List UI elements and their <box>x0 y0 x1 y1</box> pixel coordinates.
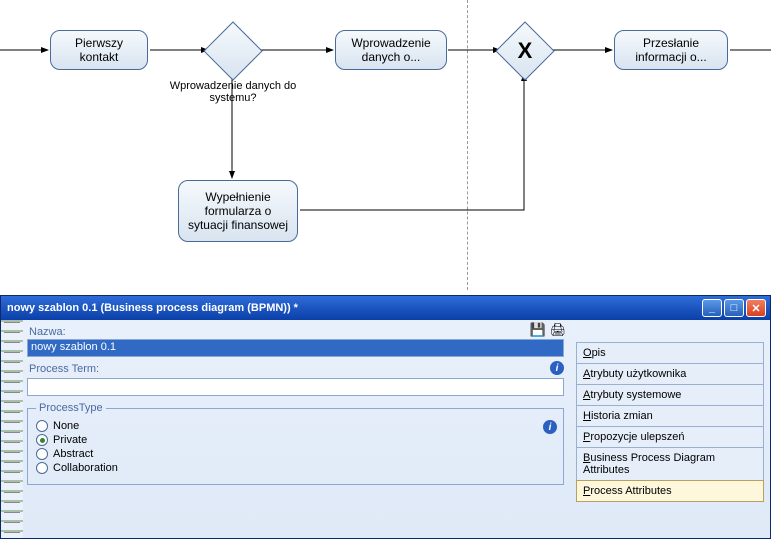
name-input[interactable]: nowy szablon 0.1 <box>27 339 564 357</box>
radio-label: Abstract <box>53 448 93 460</box>
gateway-decision[interactable] <box>203 21 262 80</box>
radio-label: Private <box>53 434 87 446</box>
radio-label: None <box>53 420 79 432</box>
nav-panel: Opis Atrybuty użytkownika Atrybuty syste… <box>572 320 770 538</box>
print-icon[interactable]: 🖨 <box>550 322 566 338</box>
window-title: nowy szablon 0.1 (Business process diagr… <box>7 302 298 314</box>
term-label: Process Term: <box>29 363 99 375</box>
radio-private[interactable]: Private <box>36 434 555 446</box>
info-icon[interactable]: i <box>550 361 564 375</box>
gateway-label: Wprowadzenie danych do systemu? <box>163 80 303 104</box>
nav-description[interactable]: Opis <box>576 342 764 364</box>
process-type-group: ProcessType i None Private Abstract Coll… <box>27 402 564 485</box>
swimlane-divider <box>467 0 468 290</box>
nav-system-attributes[interactable]: Atrybuty systemowe <box>576 384 764 406</box>
form-panel: 💾 🖨 Nazwa: nowy szablon 0.1 Process Term… <box>23 320 572 538</box>
properties-window: nowy szablon 0.1 (Business process diagr… <box>0 295 771 539</box>
task-send-info[interactable]: Przesłanie informacji o... <box>614 30 728 70</box>
task-label: Wprowadzenie danych o... <box>344 36 438 64</box>
nav-history[interactable]: Historia zmian <box>576 405 764 427</box>
close-button[interactable]: ✕ <box>746 299 766 317</box>
task-label: Pierwszy kontakt <box>59 36 139 64</box>
radio-abstract[interactable]: Abstract <box>36 448 555 460</box>
term-input[interactable] <box>27 378 564 396</box>
radio-collaboration[interactable]: Collaboration <box>36 462 555 474</box>
save-icon[interactable]: 💾 <box>530 322 546 338</box>
nav-improvements[interactable]: Propozycje ulepszeń <box>576 426 764 448</box>
notebook-spiral <box>1 320 23 538</box>
window-titlebar[interactable]: nowy szablon 0.1 (Business process diagr… <box>1 296 770 320</box>
nav-bpd-attributes[interactable]: Business Process Diagram Attributes <box>576 447 764 481</box>
task-label: Wypełnienie formularza o sytuacji finans… <box>187 190 289 232</box>
nav-process-attributes[interactable]: Process Attributes <box>576 480 764 502</box>
radio-label: Collaboration <box>53 462 118 474</box>
gateway-merge[interactable]: X <box>495 21 554 80</box>
info-icon[interactable]: i <box>543 420 557 434</box>
name-label: Nazwa: <box>29 326 564 338</box>
maximize-button[interactable]: □ <box>724 299 744 317</box>
radio-none[interactable]: None <box>36 420 555 432</box>
task-first-contact[interactable]: Pierwszy kontakt <box>50 30 148 70</box>
minimize-button[interactable]: _ <box>702 299 722 317</box>
bpmn-diagram: Pierwszy kontakt Wprowadzenie danych do … <box>0 0 771 290</box>
gateway-x-icon: X <box>505 31 545 71</box>
task-fill-form[interactable]: Wypełnienie formularza o sytuacji finans… <box>178 180 298 242</box>
task-label: Przesłanie informacji o... <box>623 36 719 64</box>
process-type-legend: ProcessType <box>36 402 106 414</box>
task-enter-data[interactable]: Wprowadzenie danych o... <box>335 30 447 70</box>
nav-user-attributes[interactable]: Atrybuty użytkownika <box>576 363 764 385</box>
